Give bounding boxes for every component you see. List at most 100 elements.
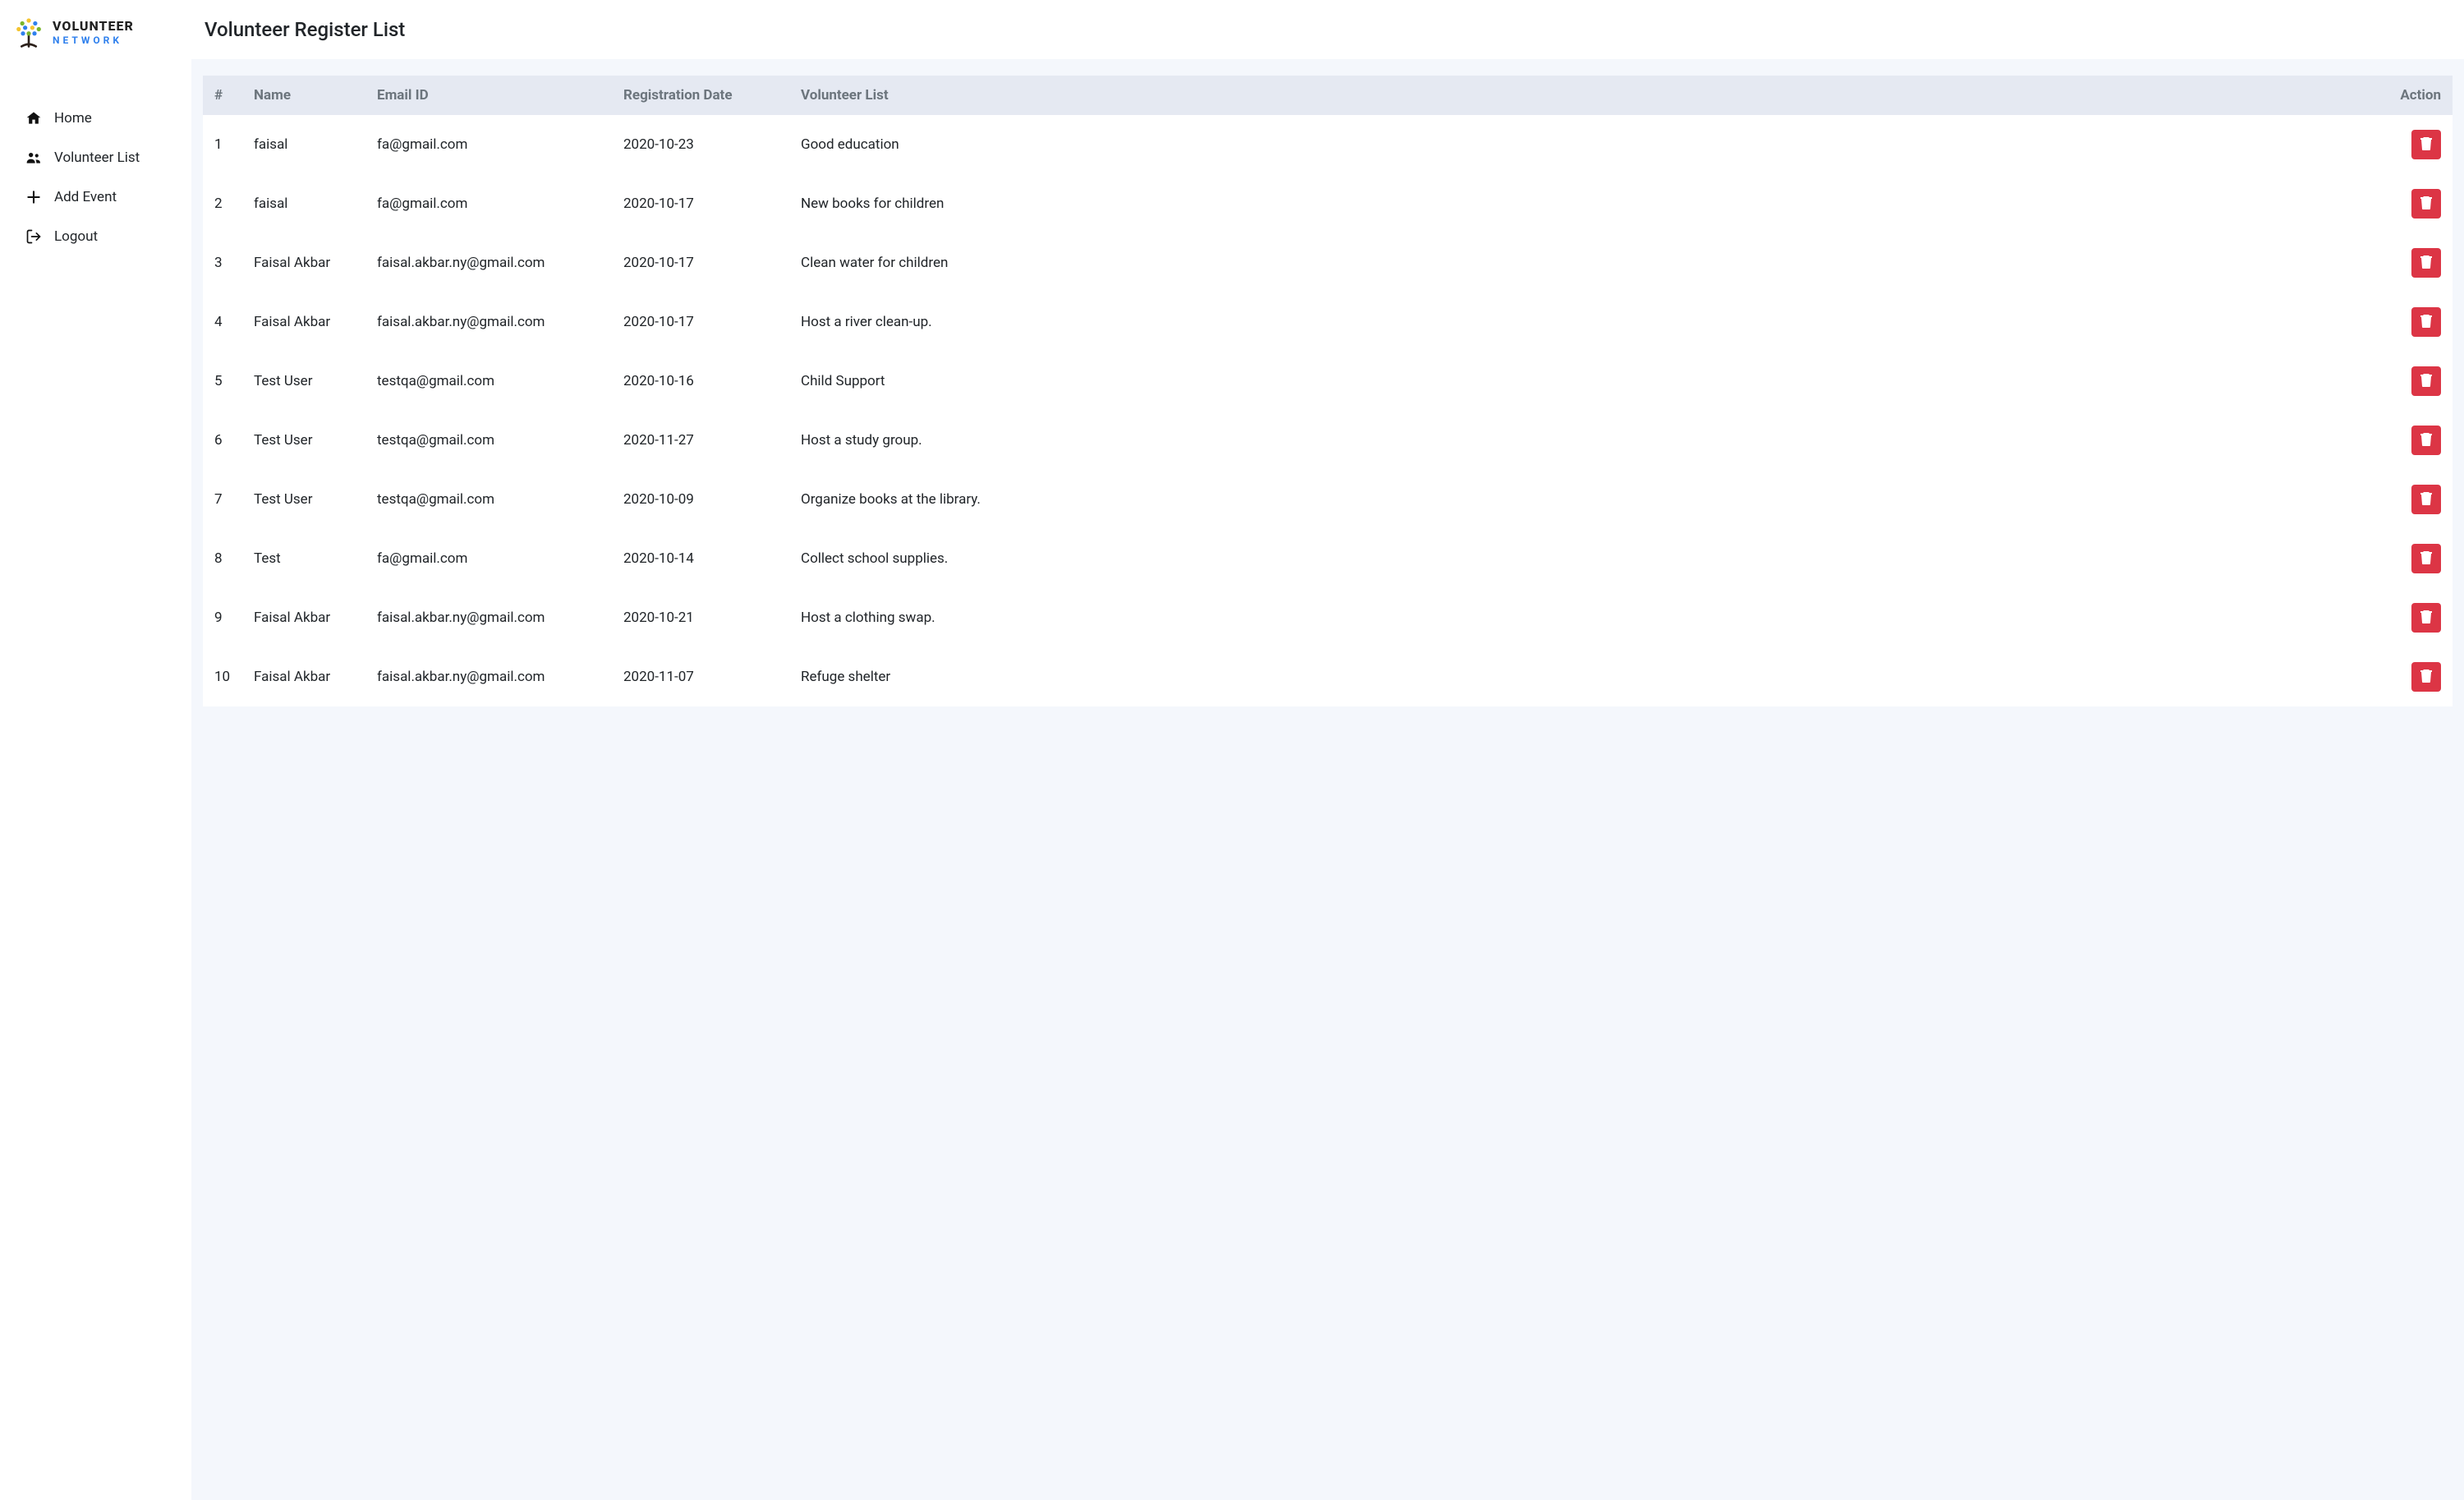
col-header-list: Volunteer List — [793, 76, 2379, 115]
brand-line1: VOLUNTEER — [53, 20, 134, 33]
cell-num: 6 — [203, 411, 246, 470]
table-header-row: # Name Email ID Registration Date Volunt… — [203, 76, 2453, 115]
table-row: 8Testfa@gmail.com2020-10-14Collect schoo… — [203, 529, 2453, 588]
trash-icon — [2420, 433, 2432, 449]
content-panel: # Name Email ID Registration Date Volunt… — [191, 59, 2464, 1500]
cell-date: 2020-10-21 — [615, 588, 793, 647]
delete-button[interactable] — [2411, 485, 2441, 514]
cell-list: Host a river clean-up. — [793, 292, 2379, 352]
cell-date: 2020-10-17 — [615, 292, 793, 352]
cell-num: 9 — [203, 588, 246, 647]
delete-button[interactable] — [2411, 544, 2441, 573]
cell-email: faisal.akbar.ny@gmail.com — [369, 292, 615, 352]
trash-icon — [2420, 315, 2432, 330]
cell-num: 10 — [203, 647, 246, 706]
delete-button[interactable] — [2411, 189, 2441, 219]
cell-action — [2379, 352, 2453, 411]
cell-num: 7 — [203, 470, 246, 529]
cell-num: 2 — [203, 174, 246, 233]
delete-button[interactable] — [2411, 248, 2441, 278]
delete-button[interactable] — [2411, 307, 2441, 337]
cell-action — [2379, 588, 2453, 647]
cell-list: Refuge shelter — [793, 647, 2379, 706]
sidebar-nav: Home Volunteer List Add Event Logout — [0, 99, 191, 256]
cell-email: testqa@gmail.com — [369, 352, 615, 411]
cell-date: 2020-10-23 — [615, 115, 793, 174]
cell-name: Test User — [246, 352, 369, 411]
sidebar-item-label: Logout — [54, 228, 98, 245]
cell-num: 1 — [203, 115, 246, 174]
cell-action — [2379, 529, 2453, 588]
home-icon — [25, 110, 43, 127]
table-row: 1faisalfa@gmail.com2020-10-23Good educat… — [203, 115, 2453, 174]
cell-action — [2379, 233, 2453, 292]
cell-name: Faisal Akbar — [246, 588, 369, 647]
col-header-date: Registration Date — [615, 76, 793, 115]
trash-icon — [2420, 610, 2432, 626]
cell-email: fa@gmail.com — [369, 115, 615, 174]
cell-date: 2020-10-17 — [615, 233, 793, 292]
table-row: 3Faisal Akbarfaisal.akbar.ny@gmail.com20… — [203, 233, 2453, 292]
page-title: Volunteer Register List — [191, 0, 2464, 59]
trash-icon — [2420, 551, 2432, 567]
trash-icon — [2420, 374, 2432, 389]
cell-email: faisal.akbar.ny@gmail.com — [369, 233, 615, 292]
cell-action — [2379, 470, 2453, 529]
cell-name: Test User — [246, 470, 369, 529]
table-row: 6Test Usertestqa@gmail.com2020-11-27Host… — [203, 411, 2453, 470]
trash-icon — [2420, 492, 2432, 508]
cell-list: Collect school supplies. — [793, 529, 2379, 588]
cell-date: 2020-10-14 — [615, 529, 793, 588]
cell-email: testqa@gmail.com — [369, 411, 615, 470]
delete-button[interactable] — [2411, 603, 2441, 633]
cell-email: faisal.akbar.ny@gmail.com — [369, 588, 615, 647]
sidebar: VOLUNTEER NETWORK Home Volunteer List — [0, 0, 191, 1500]
plus-icon — [25, 189, 43, 205]
table-row: 10Faisal Akbarfaisal.akbar.ny@gmail.com2… — [203, 647, 2453, 706]
sidebar-item-label: Add Event — [54, 189, 117, 205]
register-table: # Name Email ID Registration Date Volunt… — [203, 76, 2453, 706]
sidebar-item-add-event[interactable]: Add Event — [0, 177, 191, 217]
trash-icon — [2420, 669, 2432, 685]
cell-name: Test — [246, 529, 369, 588]
delete-button[interactable] — [2411, 662, 2441, 692]
trash-icon — [2420, 255, 2432, 271]
cell-email: faisal.akbar.ny@gmail.com — [369, 647, 615, 706]
table-row: 9Faisal Akbarfaisal.akbar.ny@gmail.com20… — [203, 588, 2453, 647]
delete-button[interactable] — [2411, 130, 2441, 159]
cell-name: Faisal Akbar — [246, 292, 369, 352]
cell-email: fa@gmail.com — [369, 529, 615, 588]
cell-action — [2379, 411, 2453, 470]
cell-list: Organize books at the library. — [793, 470, 2379, 529]
trash-icon — [2420, 196, 2432, 212]
cell-name: faisal — [246, 174, 369, 233]
cell-num: 4 — [203, 292, 246, 352]
cell-email: fa@gmail.com — [369, 174, 615, 233]
col-header-email: Email ID — [369, 76, 615, 115]
cell-name: Faisal Akbar — [246, 647, 369, 706]
cell-list: Host a clothing swap. — [793, 588, 2379, 647]
cell-action — [2379, 174, 2453, 233]
cell-name: Test User — [246, 411, 369, 470]
cell-date: 2020-11-07 — [615, 647, 793, 706]
brand-logo[interactable]: VOLUNTEER NETWORK — [0, 15, 191, 64]
cell-date: 2020-10-09 — [615, 470, 793, 529]
delete-button[interactable] — [2411, 426, 2441, 455]
cell-num: 3 — [203, 233, 246, 292]
delete-button[interactable] — [2411, 366, 2441, 396]
sidebar-item-logout[interactable]: Logout — [0, 217, 191, 256]
cell-name: Faisal Akbar — [246, 233, 369, 292]
col-header-name: Name — [246, 76, 369, 115]
cell-list: New books for children — [793, 174, 2379, 233]
sidebar-item-volunteer-list[interactable]: Volunteer List — [0, 138, 191, 177]
cell-date: 2020-10-16 — [615, 352, 793, 411]
users-icon — [25, 150, 43, 166]
logout-icon — [25, 228, 43, 245]
table-row: 2faisalfa@gmail.com2020-10-17New books f… — [203, 174, 2453, 233]
table-row: 5Test Usertestqa@gmail.com2020-10-16Chil… — [203, 352, 2453, 411]
sidebar-item-home[interactable]: Home — [0, 99, 191, 138]
cell-list: Clean water for children — [793, 233, 2379, 292]
col-header-num: # — [203, 76, 246, 115]
table-row: 4Faisal Akbarfaisal.akbar.ny@gmail.com20… — [203, 292, 2453, 352]
cell-list: Child Support — [793, 352, 2379, 411]
